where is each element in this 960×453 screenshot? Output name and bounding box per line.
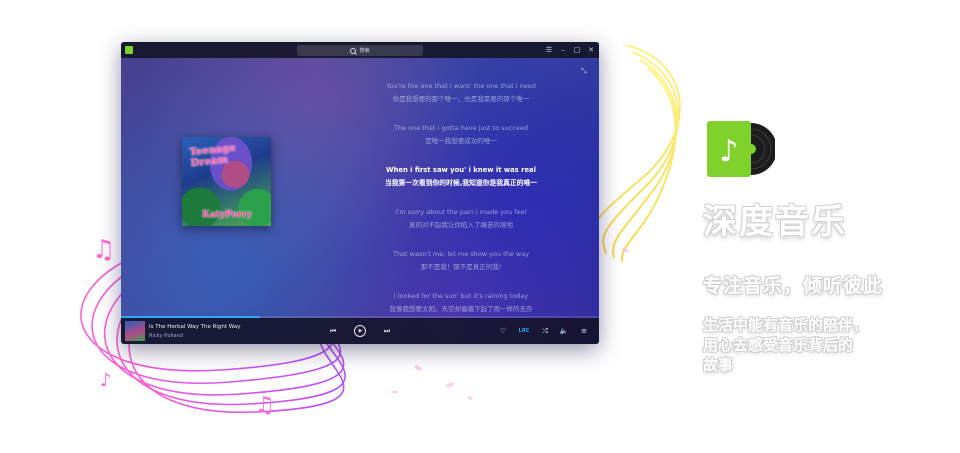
lyric-line-pair[interactable]: The one that i gotta have just to succee… [341,122,581,148]
album-cover: Teenage Dream KatyPerry [182,137,271,226]
music-player-window: 搜索 ☰ – □ ✕ ⤡ Teenage Dream KatyPerry You… [121,42,599,344]
mini-album-cover[interactable] [125,321,145,341]
play-icon: ▶ [354,325,366,337]
search-input[interactable]: 搜索 [297,45,423,56]
lyric-line-pair[interactable]: I'm sorry about the pain i made you feel… [341,206,581,232]
svg-text:♫: ♫ [255,393,275,418]
playback-bar: Is The Herbal Way The Right Way Ricky Ho… [121,318,599,344]
brand-desc-line: 故事 [703,356,734,374]
window-controls: ☰ – □ ✕ [545,44,595,56]
brand-desc-line: 生活中能有音乐的陪伴， [703,316,869,334]
playlist-queue-icon[interactable]: ≡ [578,318,590,344]
app-logo-icon [125,46,133,54]
lyric-chinese: 当我第一次看到你的时候,我知道你是我真正的唯一 [384,179,538,187]
album-art-name: KatyPerry [202,210,253,220]
svg-text:♪: ♪ [100,370,112,391]
album-art-title: Teenage Dream [189,142,237,170]
lyrics-toggle-button[interactable]: LRC [517,318,531,344]
lyric-chinese: 真的对不起我让你陷入了痛苦的境地 [409,221,513,229]
yellow-swirl [590,44,681,263]
title-bar: 搜索 ☰ – □ ✕ [121,42,599,58]
brand-slogan: 专注音乐，倾听彼此 [703,275,884,297]
deepin-music-logo-icon: ♪ [707,121,775,177]
search-icon [350,47,357,54]
lyrics-panel: You're the one that i want' the one that… [341,80,581,332]
lyric-chinese: 就像我想要太阳。天空却偏偏下起了雨一样的无奈 [389,305,533,313]
menu-icon[interactable]: ☰ [545,44,553,56]
lyric-chinese: 那不是我！那不是真正的我! [420,263,502,271]
shuffle-icon[interactable]: ⤮ [539,318,551,344]
current-lyric[interactable]: When i first saw you' i knew it was real… [341,164,581,190]
brand-desc-line: 用心去感受音乐背后的 [703,336,854,354]
play-button[interactable]: ▶ [352,318,368,344]
lyric-english: You're the one that i want' the one that… [386,82,536,90]
svg-text:♫: ♫ [92,235,115,265]
maximize-icon[interactable]: □ [573,44,581,56]
track-artist: Ricky Holland [149,333,183,339]
search-placeholder: 搜索 [359,48,370,54]
previous-track-icon[interactable]: ⏮ [327,318,339,344]
lyric-chinese: 你是我想要的那个唯一，也是我需要的那个唯一 [392,95,530,103]
lyric-line-pair[interactable]: I looked for the sun' but it's raining t… [341,290,581,316]
lyric-line-pair[interactable]: That wasn't me; let me show you the way 那… [341,248,581,274]
track-title: Is The Herbal Way The Right Way [149,324,241,330]
lyric-english: I'm sorry about the pain i made you feel [395,208,527,216]
minimize-icon[interactable]: – [559,44,567,56]
brand-description: 生活中能有音乐的陪伴， 用心去感受音乐背后的 故事 [703,315,903,375]
lyric-english: I looked for the sun' but it's raining t… [393,292,529,300]
brand-title: 深度音乐 [703,202,847,242]
favorite-heart-icon[interactable]: ♡ [497,318,509,344]
lyric-english: When i first saw you' i knew it was real [386,166,536,174]
close-icon[interactable]: ✕ [587,44,595,56]
lyric-chinese: 是唯一我想要成功的唯一 [425,137,497,145]
volume-icon[interactable]: 🔈 [558,318,570,344]
lyric-english: The one that i gotta have just to succee… [393,124,528,132]
svg-text:♪: ♪ [719,134,738,169]
next-track-icon[interactable]: ⏭ [381,318,393,344]
fullscreen-icon[interactable]: ⤡ [581,67,589,75]
lyric-english: That wasn't me; let me show you the way [392,250,530,258]
lyric-line-pair[interactable]: You're the one that i want' the one that… [341,80,581,106]
